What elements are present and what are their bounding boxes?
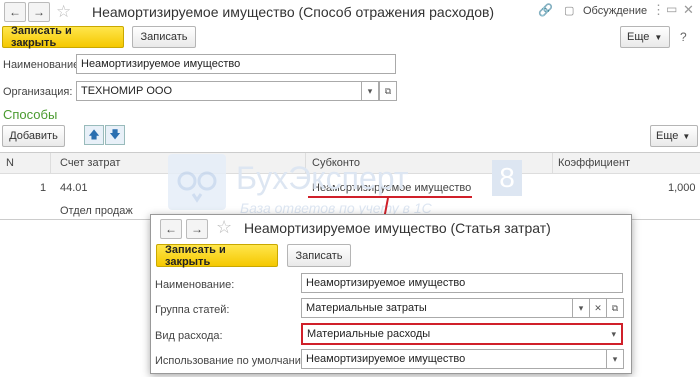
group-dropdown-button[interactable]: ▾ — [572, 298, 590, 318]
column-header-n[interactable]: N — [6, 157, 14, 169]
arrow-right-icon: → — [191, 222, 203, 236]
chevron-down-icon[interactable]: ▾ — [611, 329, 616, 340]
add-button[interactable]: Добавить — [2, 125, 65, 147]
watermark-number: 8 — [492, 160, 522, 196]
forward-button[interactable]: → — [28, 2, 50, 22]
popup-save-close-button[interactable]: Записать и закрыть — [156, 244, 278, 268]
page-title: Неамортизируемое имущество (Способ отраж… — [92, 4, 495, 20]
name-field[interactable]: Неамортизируемое имущество — [76, 54, 396, 74]
dropdown-icon: ▼ — [682, 131, 691, 141]
owl-icon — [177, 171, 217, 203]
chevron-down-icon: ▾ — [367, 85, 373, 96]
move-up-button[interactable]: 🡅 — [84, 125, 104, 145]
group-clear-button[interactable]: ✕ — [589, 298, 607, 318]
discussion-link[interactable]: Обсуждение — [583, 5, 647, 17]
save-button[interactable]: Записать — [132, 26, 196, 48]
popup-star-icon[interactable]: ☆ — [216, 217, 232, 238]
watermark-brand: БухЭксперт — [236, 160, 409, 196]
popup-title: Неамортизируемое имущество (Статья затра… — [244, 220, 551, 236]
arrow-up-icon: 🡅 — [88, 128, 100, 141]
watermark-logo — [168, 154, 226, 210]
dropdown-icon: ▼ — [654, 32, 663, 42]
back-button[interactable]: ← — [4, 2, 26, 22]
popup-save-button[interactable]: Записать — [287, 244, 351, 267]
maximize-icon[interactable]: ▭ — [666, 2, 677, 16]
name-label: Наименование: — [3, 59, 83, 71]
arrow-left-icon: ← — [165, 222, 177, 236]
org-dropdown-button[interactable]: ▾ — [361, 81, 379, 101]
popup-kind-field[interactable]: Материальные расходы ▾ — [301, 323, 623, 345]
row-coef: 1,000 — [668, 182, 696, 194]
org-open-button[interactable]: ⧉ — [379, 81, 397, 101]
menu-icon[interactable]: ⋮ — [652, 2, 665, 18]
row-account[interactable]: 44.01 — [60, 182, 88, 194]
link-icon[interactable]: 🔗 — [538, 3, 553, 17]
row-subconto-2[interactable]: Отдел продаж — [60, 205, 133, 217]
table-more-button[interactable]: Еще ▼ — [650, 125, 698, 147]
table-more-label: Еще — [656, 130, 679, 142]
more-button[interactable]: Еще ▼ — [620, 26, 670, 48]
move-down-button[interactable]: 🡇 — [105, 125, 125, 145]
row-number: 1 — [40, 182, 47, 194]
section-title: Способы — [3, 107, 58, 122]
column-header-account[interactable]: Счет затрат — [60, 157, 120, 169]
popup-group-label: Группа статей: — [155, 304, 230, 316]
comment-icon: ▢ — [564, 5, 575, 17]
popup-default-label: Использование по умолчанию: — [155, 355, 313, 367]
arrow-down-icon: 🡇 — [109, 128, 121, 141]
org-field[interactable]: ТЕХНОМИР ООО — [76, 81, 362, 101]
help-icon[interactable]: ? — [680, 30, 687, 44]
star-icon[interactable]: ☆ — [56, 2, 71, 22]
popup-default-field[interactable]: Неамортизируемое имущество — [301, 349, 607, 369]
clear-icon: ✕ — [594, 302, 602, 313]
popup-group-field[interactable]: Материальные затраты — [301, 298, 573, 318]
popup-name-label: Наименование: — [155, 279, 235, 291]
default-dropdown-button[interactable]: ▾ — [606, 349, 624, 369]
open-icon: ⧉ — [384, 85, 392, 96]
org-label: Организация: — [3, 86, 73, 98]
chevron-down-icon: ▾ — [578, 302, 584, 313]
save-close-button[interactable]: Записать и закрыть — [2, 25, 124, 49]
popup-back-button[interactable]: ← — [160, 219, 182, 239]
group-open-button[interactable]: ⧉ — [606, 298, 624, 318]
more-label: Еще — [627, 31, 650, 43]
chevron-down-icon: ▾ — [612, 353, 618, 364]
arrow-left-icon: ← — [9, 5, 21, 19]
column-header-coef[interactable]: Коэффициент — [558, 157, 630, 169]
popup-forward-button[interactable]: → — [186, 219, 208, 239]
close-icon[interactable]: ✕ — [683, 2, 694, 18]
arrow-right-icon: → — [33, 5, 45, 19]
popup-name-field[interactable]: Неамортизируемое имущество — [301, 273, 623, 293]
popup-kind-label: Вид расхода: — [155, 330, 223, 342]
open-icon: ⧉ — [611, 302, 619, 313]
popup-kind-value: Материальные расходы — [307, 328, 431, 340]
